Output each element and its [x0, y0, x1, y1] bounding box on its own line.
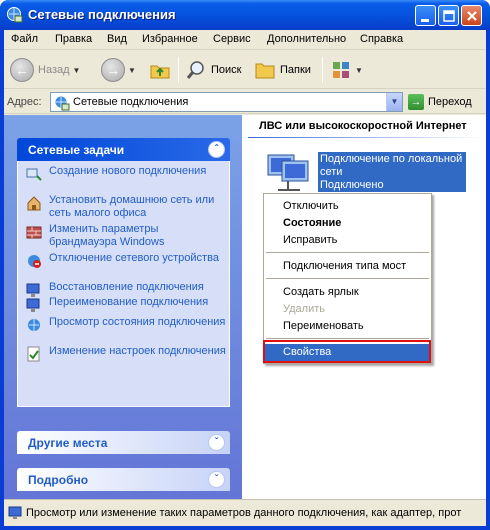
folders-button[interactable]: Папки — [254, 55, 311, 85]
address-value: Сетевые подключения — [73, 96, 189, 108]
menu-item-create-shortcut[interactable]: Создать ярлык — [265, 284, 430, 301]
expand-chevron-icon[interactable]: ˇ — [208, 471, 225, 488]
maximize-icon — [443, 10, 455, 22]
up-folder-icon — [150, 65, 170, 79]
menu-view[interactable]: Вид — [107, 33, 127, 45]
forward-arrow-icon: → — [101, 58, 125, 82]
expand-chevron-icon[interactable]: ˇ — [208, 434, 225, 451]
task-new-connection[interactable]: Создание нового подключения — [26, 165, 226, 182]
network-tasks-list: Создание нового подключения Установить д… — [17, 161, 230, 407]
status-icon — [28, 319, 40, 331]
toolbar-separator — [322, 57, 323, 83]
menu-separator — [266, 252, 429, 253]
address-input[interactable]: Сетевые подключения ▼ — [50, 92, 403, 112]
rename-icon — [26, 298, 40, 312]
toolbar-separator — [178, 57, 179, 83]
menu-item-rename[interactable]: Переименовать — [265, 318, 430, 335]
task-firewall[interactable]: Изменить параметры брандмауэра Windows — [26, 223, 226, 249]
task-home-network[interactable]: Установить домашнюю сеть или сеть малого… — [26, 194, 226, 220]
menu-edit[interactable]: Правка — [55, 33, 92, 45]
connection-name-line2: сети — [320, 166, 343, 178]
go-arrow-icon: → — [408, 94, 424, 110]
menu-favorites[interactable]: Избранное — [142, 33, 198, 45]
details-header[interactable]: Подробно ˇ — [17, 468, 230, 491]
toolbar: ← Назад ▼ → ▼ Поиск Папки ▼ — [4, 51, 486, 89]
disable-device-icon — [28, 255, 41, 268]
network-connections-icon — [55, 96, 70, 111]
back-button[interactable]: ← Назад ▼ — [10, 55, 80, 85]
address-label: Адрес: — [7, 96, 42, 108]
menu-bar: Файл Правка Вид Избранное Сервис Дополни… — [4, 30, 486, 50]
maximize-button[interactable] — [438, 5, 459, 26]
other-places-header[interactable]: Другие места ˇ — [17, 431, 230, 454]
network-connections-icon — [7, 7, 23, 23]
task-rename-connection[interactable]: Переименование подключения — [26, 296, 226, 313]
network-tasks-header[interactable]: Сетевые задачи ˆ — [17, 138, 230, 161]
menu-item-bridge[interactable]: Подключения типа мост — [265, 258, 430, 275]
close-icon — [467, 11, 477, 21]
context-menu: Отключить Состояние Исправить Подключени… — [263, 193, 432, 364]
task-pane: Сетевые задачи ˆ Создание нового подключ… — [4, 115, 242, 499]
menu-help[interactable]: Справка — [360, 33, 403, 45]
folders-icon — [255, 63, 275, 79]
minimize-icon — [421, 19, 429, 22]
menu-advanced[interactable]: Дополнительно — [267, 33, 346, 45]
firewall-icon — [26, 226, 42, 239]
folders-label: Папки — [280, 64, 311, 76]
lan-connection-item[interactable]: Подключение по локальной сети Подключено — [318, 152, 466, 192]
menu-file[interactable]: Файл — [11, 33, 38, 45]
menu-item-status[interactable]: Состояние — [265, 215, 430, 232]
network-tasks-title: Сетевые задачи — [28, 143, 125, 157]
new-connection-icon — [26, 168, 42, 181]
menu-item-disconnect[interactable]: Отключить — [265, 198, 430, 215]
home-network-icon — [27, 196, 41, 211]
menu-separator — [266, 338, 429, 339]
menu-item-repair[interactable]: Исправить — [265, 232, 430, 249]
group-divider — [248, 137, 486, 138]
collapse-chevron-icon[interactable]: ˆ — [208, 141, 225, 158]
details-title: Подробно — [28, 473, 89, 487]
title-bar[interactable]: Сетевые подключения — [0, 0, 490, 30]
status-bar: Просмотр или изменение таких параметров … — [4, 499, 486, 526]
group-header: ЛВС или высокоскоростной Интернет — [259, 120, 467, 132]
back-arrow-icon: ← — [10, 58, 34, 82]
search-icon — [186, 61, 204, 79]
back-dropdown-icon[interactable]: ▼ — [73, 66, 81, 75]
menu-tools[interactable]: Сервис — [213, 33, 251, 45]
task-disable-device[interactable]: Отключение сетевого устройства — [26, 252, 226, 269]
properties-highlight-frame — [263, 340, 431, 363]
up-folder-button[interactable] — [148, 55, 172, 85]
search-button[interactable]: Поиск — [185, 55, 241, 85]
views-button[interactable]: ▼ — [330, 55, 363, 85]
forward-button[interactable]: → ▼ — [101, 55, 136, 85]
menu-separator — [266, 278, 429, 279]
address-bar: Адрес: Сетевые подключения ▼ → Переход — [4, 90, 486, 114]
go-button[interactable]: → Переход — [408, 93, 472, 111]
forward-dropdown-icon[interactable]: ▼ — [128, 66, 136, 75]
connection-name-line1: Подключение по локальной — [320, 153, 463, 165]
lan-connection-icon[interactable] — [264, 151, 312, 193]
window: Сетевые подключения Файл Правка Вид Избр… — [0, 0, 490, 530]
menu-item-delete: Удалить — [283, 303, 325, 315]
address-dropdown-icon[interactable]: ▼ — [386, 93, 402, 111]
status-text: Просмотр или изменение таких параметров … — [26, 507, 462, 519]
other-places-title: Другие места — [28, 436, 108, 450]
search-label: Поиск — [211, 64, 242, 76]
go-label: Переход — [428, 96, 472, 108]
window-title: Сетевые подключения — [28, 7, 176, 22]
task-change-settings[interactable]: Изменение настроек подключения — [26, 345, 226, 362]
minimize-button[interactable] — [415, 5, 436, 26]
views-icon — [333, 62, 349, 78]
close-button[interactable] — [461, 5, 482, 26]
back-label: Назад — [38, 64, 70, 76]
connection-status: Подключено — [320, 179, 384, 191]
lan-connection-icon — [8, 506, 22, 519]
views-dropdown-icon[interactable]: ▼ — [355, 66, 363, 75]
settings-check-icon — [27, 346, 40, 362]
task-view-status[interactable]: Просмотр состояния подключения — [26, 316, 226, 333]
